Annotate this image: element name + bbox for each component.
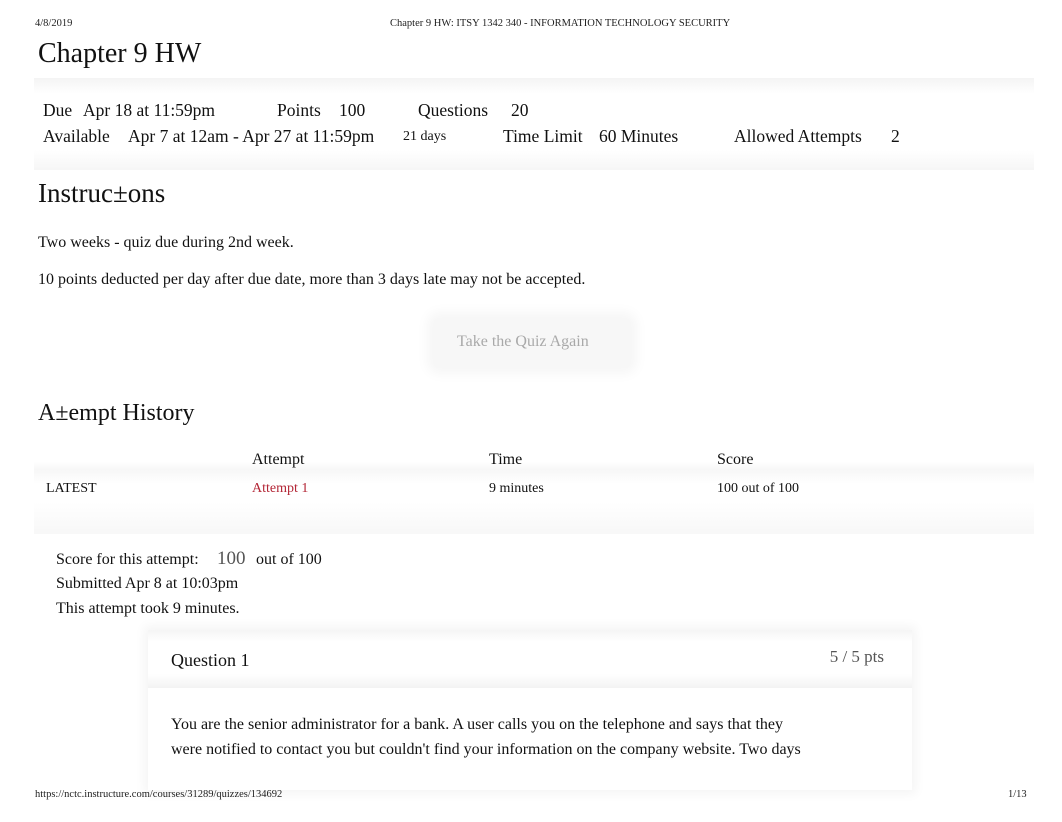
attempt-score: 100 out of 100: [717, 481, 800, 496]
page-title: Chapter 9 HW: [38, 38, 202, 69]
instruction-line: Two weeks - quiz due during 2nd week.: [38, 234, 294, 251]
question-text: You are the senior administrator for a b…: [171, 712, 821, 762]
score-value: 100: [217, 548, 246, 569]
latest-tag: LATEST: [46, 481, 97, 496]
print-doc-title: Chapter 9 HW: ITSY 1342 340 - INFORMATIO…: [390, 18, 731, 29]
column-header-time: Time: [489, 451, 523, 468]
question-header: [148, 630, 912, 688]
questions-label: Questions: [418, 100, 488, 120]
print-page-number: 1/13: [1008, 789, 1027, 800]
score-label: Score for this attempt:: [56, 551, 199, 568]
points-value: 100: [339, 100, 366, 120]
submitted-time: Submitted Apr 8 at 10:03pm: [56, 575, 239, 592]
available-duration: 21 days: [403, 129, 447, 144]
time-limit-value: 60 Minutes: [599, 126, 679, 146]
due-label: Due: [43, 100, 73, 120]
question-text-line: You are the senior administrator for a b…: [171, 716, 784, 733]
allowed-attempts-value: 2: [891, 126, 900, 146]
question-points: 5 / 5 pts: [829, 647, 884, 666]
print-date: 4/8/2019: [35, 18, 73, 29]
allowed-attempts-label: Allowed Attempts: [734, 126, 862, 146]
column-header-score: Score: [717, 451, 754, 468]
score-suffix: out of 100: [256, 551, 322, 568]
question-title: Question 1: [171, 650, 250, 670]
attempt-duration: This attempt took 9 minutes.: [56, 600, 240, 617]
points-label: Points: [277, 100, 321, 120]
questions-value: 20: [511, 100, 529, 120]
take-quiz-again-label: Take the Quiz Again: [457, 333, 589, 350]
print-url: https://nctc.instructure.com/courses/312…: [35, 789, 283, 800]
available-value: Apr 7 at 12am - Apr 27 at 11:59pm: [128, 126, 375, 146]
attempt-time: 9 minutes: [489, 481, 544, 496]
column-header-attempt: Attempt: [252, 451, 305, 468]
instruction-line: 10 points deducted per day after due dat…: [38, 271, 586, 288]
time-limit-label: Time Limit: [503, 126, 583, 146]
question-card: Question 1 5 / 5 pts You are the senior …: [148, 630, 912, 790]
due-value: Apr 18 at 11:59pm: [83, 100, 216, 120]
instructions-heading: Instruc±ons: [38, 178, 166, 208]
quiz-details: [34, 78, 1034, 170]
available-label: Available: [43, 126, 110, 146]
attempt-history-heading: A±empt History: [38, 400, 195, 426]
question-text-line: were notified to contact you but couldn'…: [171, 741, 801, 758]
attempt-history-table: [34, 462, 1034, 534]
attempt-link[interactable]: Attempt 1: [252, 481, 308, 497]
take-quiz-again-button[interactable]: Take the Quiz Again: [433, 318, 631, 368]
